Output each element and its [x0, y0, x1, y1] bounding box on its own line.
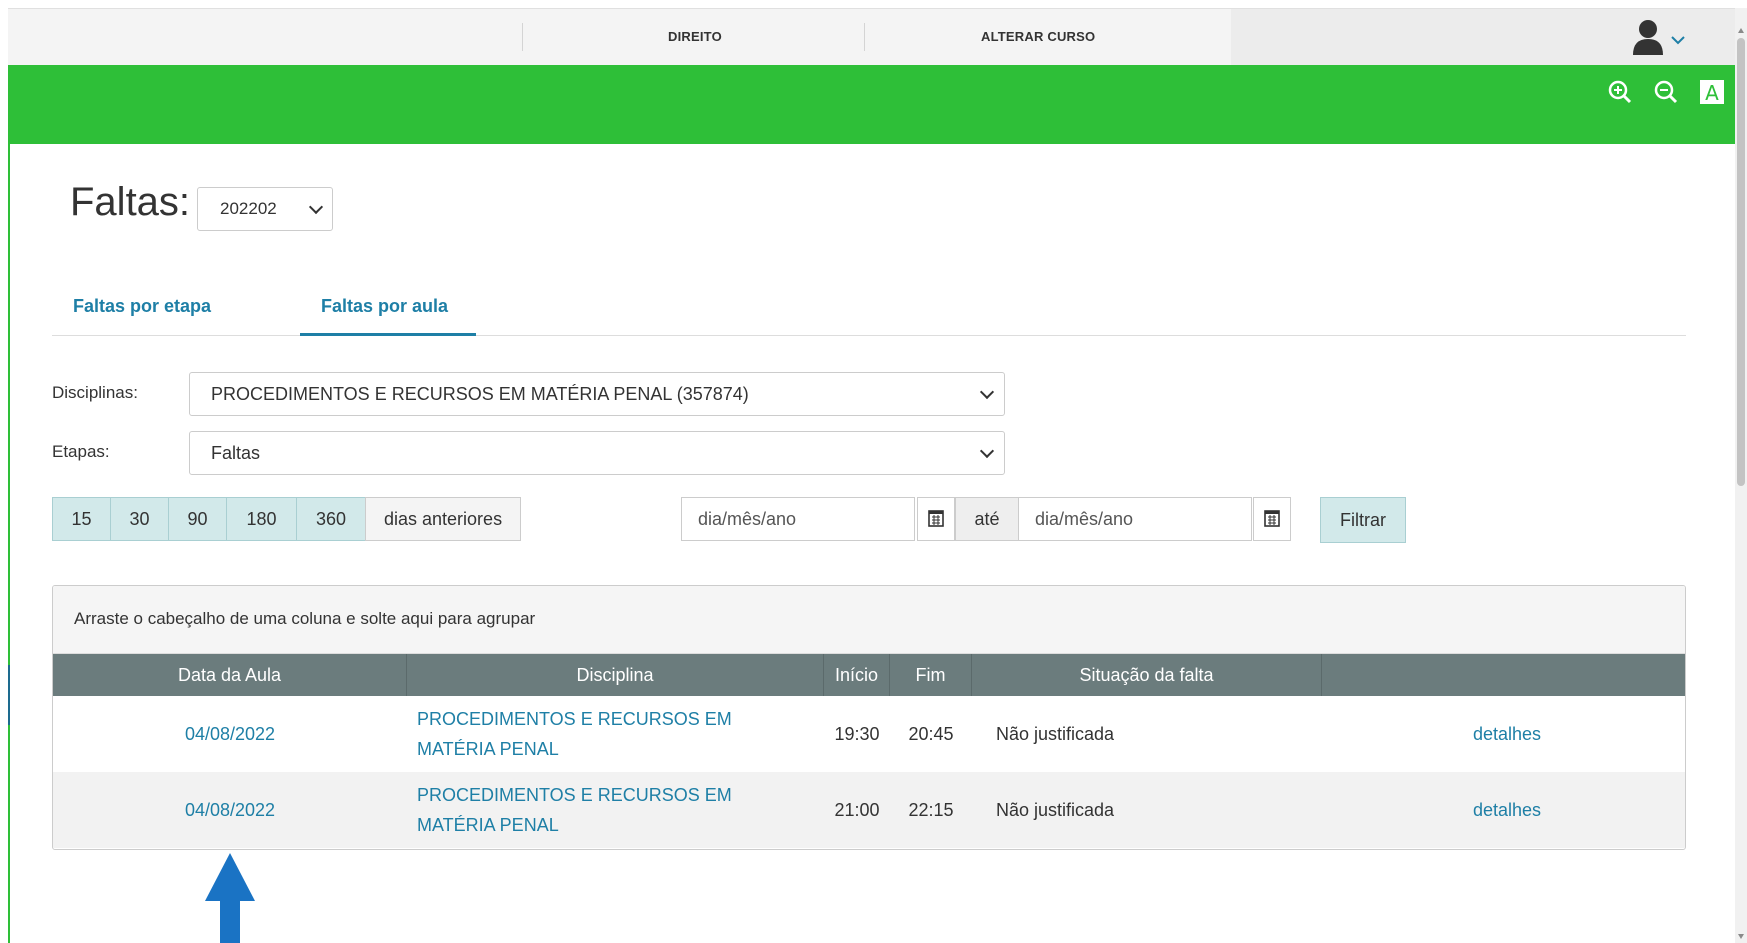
column-header-discipline[interactable]: Disciplina — [407, 654, 824, 696]
absences-grid: Arraste o cabeçalho de uma coluna e solt… — [52, 585, 1686, 850]
cell-date: 04/08/2022 — [53, 772, 407, 848]
cell-action: detalhes — [1473, 696, 1593, 772]
tabs-divider — [52, 335, 1686, 336]
tab-faltas-por-etapa[interactable]: Faltas por etapa — [73, 280, 211, 335]
days-15-button[interactable]: 15 — [52, 497, 111, 541]
discipline-line: PROCEDIMENTOS E RECURSOS EM — [417, 785, 732, 805]
course-link[interactable]: DIREITO — [668, 9, 722, 65]
vertical-scrollbar[interactable] — [1735, 8, 1747, 943]
column-header-end[interactable]: Fim — [890, 654, 972, 696]
days-30-button[interactable]: 30 — [110, 497, 169, 541]
cell-start: 19:30 — [834, 723, 880, 744]
period-select[interactable]: 202202 — [197, 187, 333, 231]
cell-status: Não justificada — [996, 799, 1115, 820]
period-value: 202202 — [220, 199, 277, 218]
column-header-status[interactable]: Situação da falta — [972, 654, 1322, 696]
chevron-down-icon — [979, 443, 995, 459]
details-link[interactable]: detalhes — [1473, 800, 1541, 821]
nav-divider — [522, 23, 523, 51]
cell-end: 22:15 — [908, 799, 954, 820]
page-title: Faltas: — [70, 180, 191, 224]
etapas-label: Etapas: — [52, 442, 110, 461]
zoom-out-icon[interactable] — [1653, 79, 1679, 105]
annotation-arrow-shaft — [220, 899, 240, 943]
column-header-start[interactable]: Início — [824, 654, 890, 696]
table-row: 04/08/2022 PROCEDIMENTOS E RECURSOS EM MA… — [53, 696, 1685, 772]
active-tab-indicator — [300, 333, 476, 336]
days-180-button[interactable]: 180 — [226, 497, 297, 541]
user-menu-button[interactable] — [1628, 17, 1698, 57]
cell-discipline: PROCEDIMENTOS E RECURSOS EM MATÉRIA PENAL — [417, 772, 817, 848]
row-date-link[interactable]: 04/08/2022 — [185, 724, 275, 745]
font-contrast-icon[interactable]: A — [1699, 79, 1725, 105]
discipline-line: MATÉRIA PENAL — [417, 739, 559, 759]
scroll-down-arrow-icon[interactable] — [1738, 934, 1744, 939]
grid-header: Data da Aula Disciplina Início Fim Situa… — [53, 654, 1685, 696]
etapas-select[interactable]: Faltas — [189, 431, 1005, 475]
discipline-line: MATÉRIA PENAL — [417, 815, 559, 835]
days-range-group: 15 30 90 180 360 dias anteriores — [52, 497, 522, 541]
page-left-border — [8, 144, 10, 943]
cell-action: detalhes — [1473, 772, 1593, 848]
cell-date: 04/08/2022 — [53, 696, 407, 772]
days-90-button[interactable]: 90 — [168, 497, 227, 541]
page-left-border-accent — [8, 665, 10, 725]
top-navigation: DIREITO ALTERAR CURSO — [8, 8, 1735, 65]
cell-status: Não justificada — [996, 723, 1115, 744]
days-360-button[interactable]: 360 — [296, 497, 366, 541]
nav-divider — [864, 23, 865, 51]
row-date-link[interactable]: 04/08/2022 — [185, 800, 275, 821]
row-discipline-link[interactable]: PROCEDIMENTOS E RECURSOS EM MATÉRIA PENAL — [417, 780, 732, 840]
chevron-down-icon — [979, 384, 995, 400]
column-header-date[interactable]: Data da Aula — [53, 654, 407, 696]
etapas-value: Faltas — [211, 443, 261, 463]
scroll-thumb[interactable] — [1737, 38, 1745, 486]
days-suffix-label: dias anteriores — [365, 497, 522, 541]
annotation-arrow-icon — [205, 853, 255, 901]
row-discipline-link[interactable]: PROCEDIMENTOS E RECURSOS EM MATÉRIA PENAL — [417, 704, 732, 764]
svg-text:A: A — [1705, 81, 1719, 105]
tab-faltas-por-aula[interactable]: Faltas por aula — [321, 280, 448, 335]
scroll-up-arrow-icon[interactable] — [1738, 28, 1744, 33]
discipline-line: PROCEDIMENTOS E RECURSOS EM — [417, 709, 732, 729]
user-icon — [1633, 20, 1685, 55]
column-header-actions — [1322, 654, 1685, 696]
group-drop-panel[interactable]: Arraste o cabeçalho de uma coluna e solt… — [53, 586, 1685, 654]
cell-end: 20:45 — [908, 723, 954, 744]
table-row: 04/08/2022 PROCEDIMENTOS E RECURSOS EM MA… — [53, 772, 1685, 848]
details-link[interactable]: detalhes — [1473, 724, 1541, 745]
change-course-link[interactable]: ALTERAR CURSO — [981, 9, 1095, 65]
disciplinas-select[interactable]: PROCEDIMENTOS E RECURSOS EM MATÉRIA PENA… — [189, 372, 1005, 416]
cell-discipline: PROCEDIMENTOS E RECURSOS EM MATÉRIA PENAL — [417, 696, 817, 772]
until-label: até — [955, 497, 1019, 541]
filter-button[interactable]: Filtrar — [1320, 497, 1406, 543]
disciplinas-label: Disciplinas: — [52, 383, 138, 402]
calendar-to-icon[interactable] — [1253, 497, 1291, 541]
calendar-from-icon[interactable] — [917, 497, 955, 541]
header-band: A — [8, 65, 1735, 144]
chevron-down-icon — [308, 199, 324, 215]
disciplinas-value: PROCEDIMENTOS E RECURSOS EM MATÉRIA PENA… — [211, 384, 749, 404]
cell-start: 21:00 — [834, 799, 880, 820]
zoom-in-icon[interactable] — [1607, 79, 1633, 105]
date-from-input[interactable] — [681, 497, 915, 541]
date-to-input[interactable] — [1018, 497, 1252, 541]
